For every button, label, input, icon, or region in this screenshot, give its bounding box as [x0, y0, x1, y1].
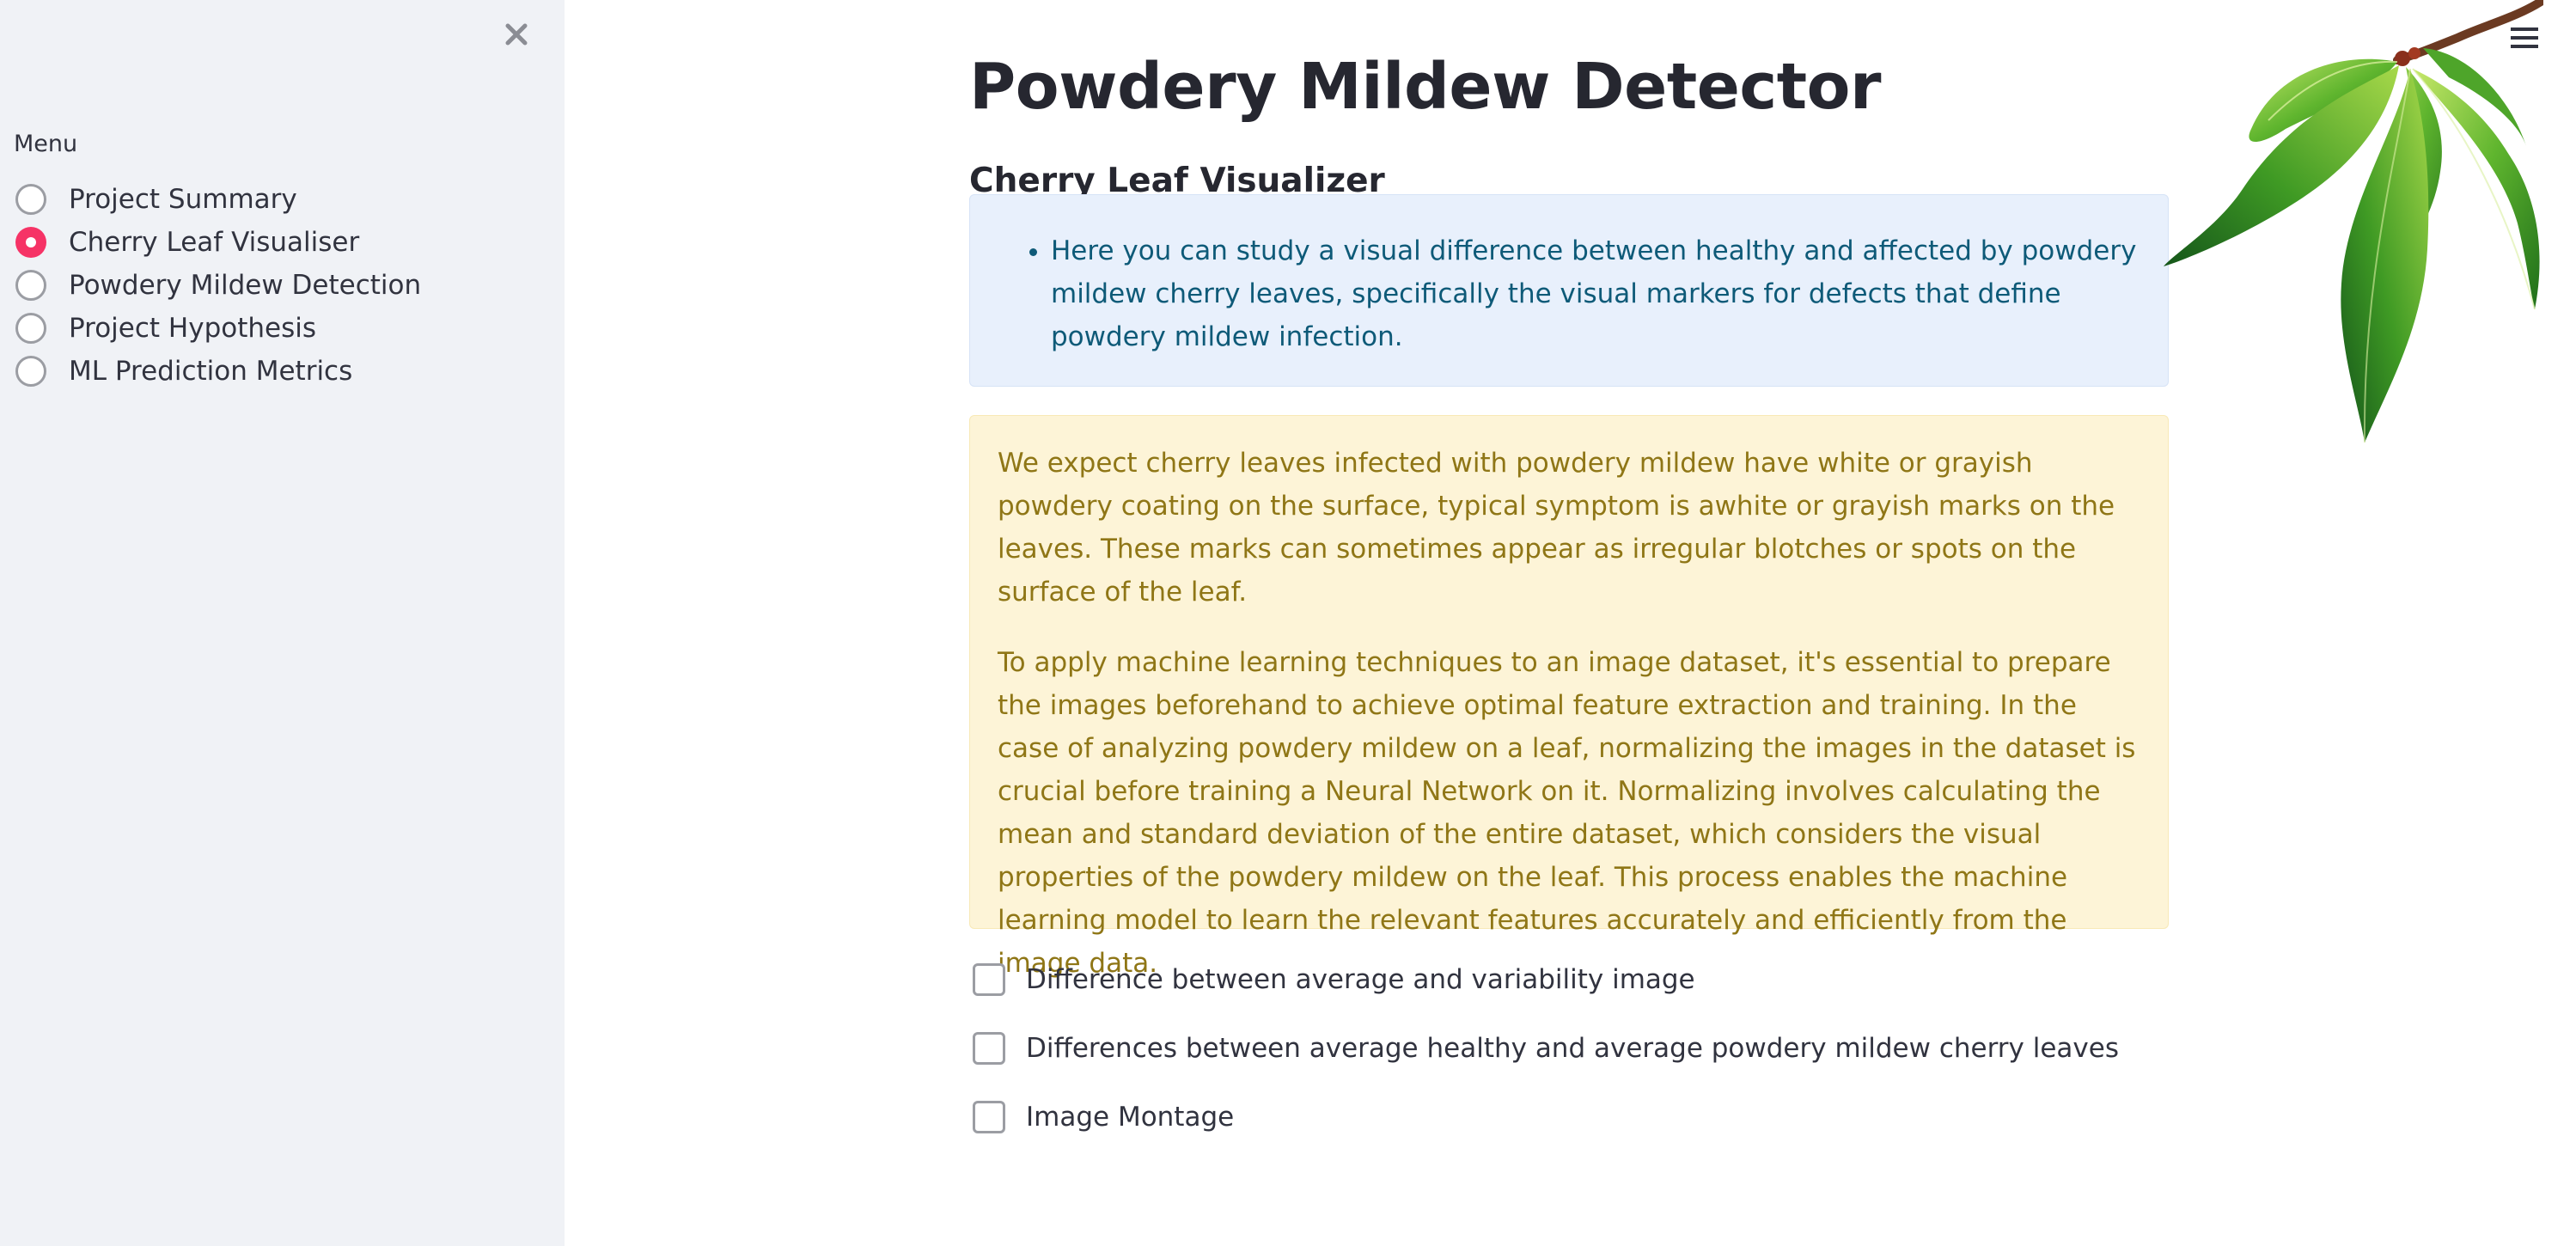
checkbox-average-differences[interactable]: Differences between average healthy and …	[973, 1025, 2119, 1072]
radio-option-label: Project Hypothesis	[69, 313, 317, 344]
radio-button-icon[interactable]	[15, 270, 46, 301]
radio-option-label: Cherry Leaf Visualiser	[69, 227, 360, 258]
sidebar: Menu Project Summary Cherry Leaf Visuali…	[0, 0, 565, 1246]
warning-callout: We expect cherry leaves infected with po…	[969, 415, 2169, 979]
radio-option-project-hypothesis[interactable]: Project Hypothesis	[15, 307, 421, 350]
radio-option-label: ML Prediction Metrics	[69, 356, 353, 387]
close-sidebar-button[interactable]	[501, 19, 532, 50]
checkbox-label: Image Montage	[1026, 1102, 1235, 1133]
cherry-leaves-image	[2164, 0, 2543, 443]
navigation-radio-group: Project Summary Cherry Leaf Visualiser P…	[15, 178, 421, 393]
radio-button-icon[interactable]	[15, 313, 46, 344]
checkbox-average-variability[interactable]: Difference between average and variabili…	[973, 956, 2119, 1003]
warning-paragraph: To apply machine learning techniques to …	[998, 647, 2136, 979]
radio-option-ml-prediction-metrics[interactable]: ML Prediction Metrics	[15, 350, 421, 393]
radio-button-icon[interactable]	[15, 356, 46, 387]
radio-option-project-summary[interactable]: Project Summary	[15, 178, 421, 221]
radio-option-cherry-leaf-visualiser[interactable]: Cherry Leaf Visualiser	[15, 221, 421, 264]
radio-button-selected-icon[interactable]	[15, 227, 46, 258]
app-root: Menu Project Summary Cherry Leaf Visuali…	[0, 0, 2576, 1246]
radio-option-powdery-mildew-detection[interactable]: Powdery Mildew Detection	[15, 264, 421, 307]
checkbox-label: Difference between average and variabili…	[1026, 964, 1695, 995]
checkbox-icon[interactable]	[973, 963, 1005, 996]
info-bullet-text: Here you can study a visual difference b…	[1051, 229, 2142, 358]
hamburger-menu-icon[interactable]	[2507, 22, 2542, 53]
checkbox-icon[interactable]	[973, 1101, 1005, 1133]
checkbox-group: Difference between average and variabili…	[973, 956, 2119, 1163]
info-callout: Here you can study a visual difference b…	[969, 194, 2169, 387]
checkbox-label: Differences between average healthy and …	[1026, 1033, 2119, 1064]
menu-label: Menu	[14, 131, 78, 157]
radio-option-label: Project Summary	[69, 184, 297, 215]
warning-paragraph: We expect cherry leaves infected with po…	[998, 448, 2115, 608]
page-title: Powdery Mildew Detector	[969, 49, 1882, 124]
info-list: Here you can study a visual difference b…	[996, 229, 2142, 358]
radio-dot	[26, 237, 36, 247]
radio-option-label: Powdery Mildew Detection	[69, 270, 422, 301]
radio-button-icon[interactable]	[15, 184, 46, 215]
checkbox-image-montage[interactable]: Image Montage	[973, 1094, 2119, 1140]
checkbox-icon[interactable]	[973, 1032, 1005, 1065]
close-icon	[505, 23, 528, 46]
